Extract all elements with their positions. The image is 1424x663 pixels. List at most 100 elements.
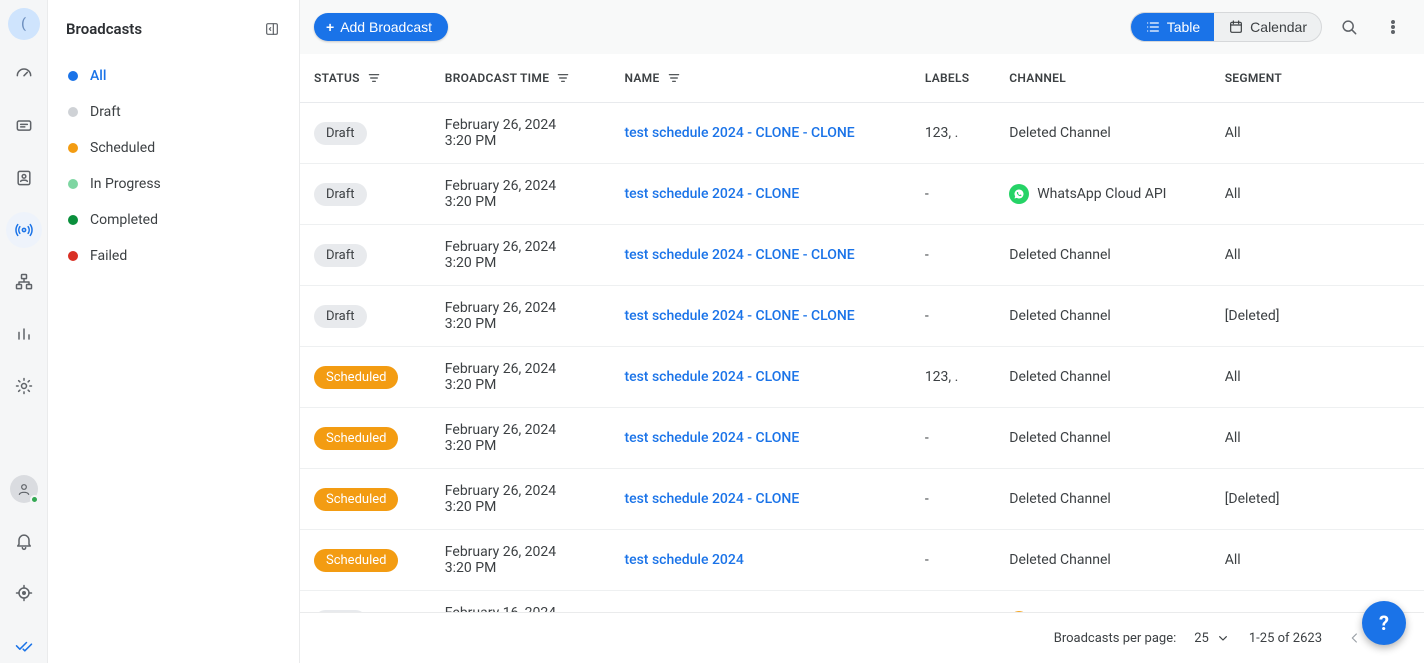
search-button[interactable] [1332,10,1366,44]
plus-icon: + [326,19,334,35]
rail-location[interactable] [6,575,42,611]
labels-cell: - [911,408,995,469]
broadcast-name-link[interactable]: test schedule 2024 - CLONE - CLONE [624,247,854,263]
help-fab[interactable]: ? [1362,601,1406,645]
col-segment[interactable]: SEGMENT [1211,54,1424,103]
broadcast-hour: 3:20 PM [445,377,597,393]
view-calendar-label: Calendar [1250,19,1307,35]
col-name[interactable]: NAME [610,54,910,103]
view-table-button[interactable]: Table [1131,13,1214,41]
rail-settings[interactable] [6,368,42,404]
filter-item-draft[interactable]: Draft [48,94,299,130]
status-badge: Scheduled [314,549,398,572]
whatsapp-icon [1009,184,1029,204]
view-calendar-button[interactable]: Calendar [1214,13,1321,41]
table-row[interactable]: ScheduledFebruary 26, 20243:20 PMtest sc… [300,347,1424,408]
table-scroll[interactable]: STATUS BROADCAST TIME NAME LABELS CHANNE… [300,54,1424,612]
col-time-label: BROADCAST TIME [445,71,549,85]
view-table-label: Table [1167,19,1200,35]
filter-item-scheduled[interactable]: Scheduled [48,130,299,166]
rail-dashboard[interactable] [6,56,42,92]
status-badge: Draft [314,305,367,328]
contact-icon [14,168,34,188]
per-page-value: 25 [1194,631,1209,646]
broadcast-date: February 16, 2024 [445,605,597,612]
per-page-label: Broadcasts per page: [1054,631,1177,646]
rail-broadcasts[interactable] [6,212,42,248]
col-time[interactable]: BROADCAST TIME [431,54,611,103]
presence-dot [30,495,39,504]
broadcast-name-link[interactable]: test schedule 2024 [624,552,743,568]
rail-double-check[interactable] [6,627,42,663]
broadcast-name-link[interactable]: test schedule 2024 - CLONE - CLONE [624,308,854,324]
broadcast-name-link[interactable]: test schedule 2024 - CLONE [624,369,799,385]
page-title: Broadcasts [66,20,142,38]
gauge-icon [14,64,34,84]
broadcast-date: February 26, 2024 [445,422,597,438]
table-row[interactable]: DraftFebruary 16, 20243:20 PMtest schedu… [300,591,1424,613]
table-row[interactable]: Scheduled February 26, 20243:20 PM test sc… [300,408,1424,469]
rail-workflows[interactable] [6,264,42,300]
rail-user-avatar[interactable] [6,471,42,507]
channel-name: Deleted Channel [1009,125,1111,141]
labels-cell: 123, . [911,103,995,164]
channel-name: Deleted Channel [1009,552,1111,568]
sort-icon [555,70,571,86]
channel-name: Deleted Channel [1009,430,1111,446]
status-dot [68,215,78,225]
col-labels[interactable]: LABELS [911,54,995,103]
chevron-down-icon [1215,630,1231,646]
labels-cell: - [911,469,995,530]
status-badge: Scheduled [314,427,398,450]
filter-label: Completed [90,212,158,228]
per-page-select[interactable]: 25 [1194,630,1231,646]
broadcast-hour: 3:20 PM [445,438,597,454]
broadcast-name-link[interactable]: test schedule 2024 - CLONE - CLONE [624,125,854,141]
broadcast-name-link[interactable]: test schedule 2024 - CLONE [624,186,799,202]
broadcast-name-link[interactable]: test schedule 2024 - CLONE [624,430,799,446]
filter-item-all[interactable]: All [48,58,299,94]
rail-notifications[interactable] [6,523,42,559]
col-status[interactable]: STATUS [300,54,431,103]
rail-contacts[interactable] [6,160,42,196]
bell-icon [14,531,34,551]
col-channel[interactable]: CHANNEL [995,54,1210,103]
filter-label: All [90,68,106,84]
broadcast-date: February 26, 2024 [445,300,597,316]
gear-icon [14,376,34,396]
table-row[interactable]: DraftFebruary 26, 20243:20 PMtest schedu… [300,164,1424,225]
filter-sidebar: Broadcasts All Draft Scheduled In Progress C… [48,0,300,663]
segment-cell: [Deleted] [1211,469,1424,530]
filter-item-failed[interactable]: Failed [48,238,299,274]
table-row[interactable]: DraftFebruary 26, 20243:20 PMtest schedu… [300,103,1424,164]
status-badge: Draft [314,122,367,145]
filter-icon [666,70,682,86]
broadcast-date: February 26, 2024 [445,544,597,560]
location-icon [14,583,34,603]
toolbar: + Add Broadcast Table Calendar [300,0,1424,54]
segment-cell: All [1211,347,1424,408]
avatar [10,475,38,503]
search-icon [1339,17,1359,37]
more-menu-button[interactable] [1376,10,1410,44]
table-row[interactable]: DraftFebruary 26, 20243:20 PMtest schedu… [300,225,1424,286]
filter-label: In Progress [90,176,161,192]
sidebar-collapse-button[interactable] [259,16,285,42]
rail-reports[interactable] [6,316,42,352]
labels-cell: - [911,591,995,613]
table-row[interactable]: ScheduledFebruary 26, 20243:20 PMtest sc… [300,530,1424,591]
table-row[interactable]: DraftFebruary 26, 20243:20 PMtest schedu… [300,286,1424,347]
app-logo[interactable]: ( [8,8,40,40]
filter-item-in-progress[interactable]: In Progress [48,166,299,202]
filter-label: Failed [90,248,127,264]
filter-item-completed[interactable]: Completed [48,202,299,238]
channel-name: Deleted Channel [1009,308,1111,324]
pager: Broadcasts per page: 25 1-25 of 2623 [300,612,1424,663]
filter-label: Scheduled [90,140,155,156]
segment-cell: All [1211,225,1424,286]
rail-messages[interactable] [6,108,42,144]
broadcast-hour: 3:20 PM [445,194,597,210]
add-broadcast-button[interactable]: + Add Broadcast [314,13,448,41]
broadcast-name-link[interactable]: test schedule 2024 - CLONE [624,491,799,507]
table-row[interactable]: ScheduledFebruary 26, 20243:20 PMtest sc… [300,469,1424,530]
